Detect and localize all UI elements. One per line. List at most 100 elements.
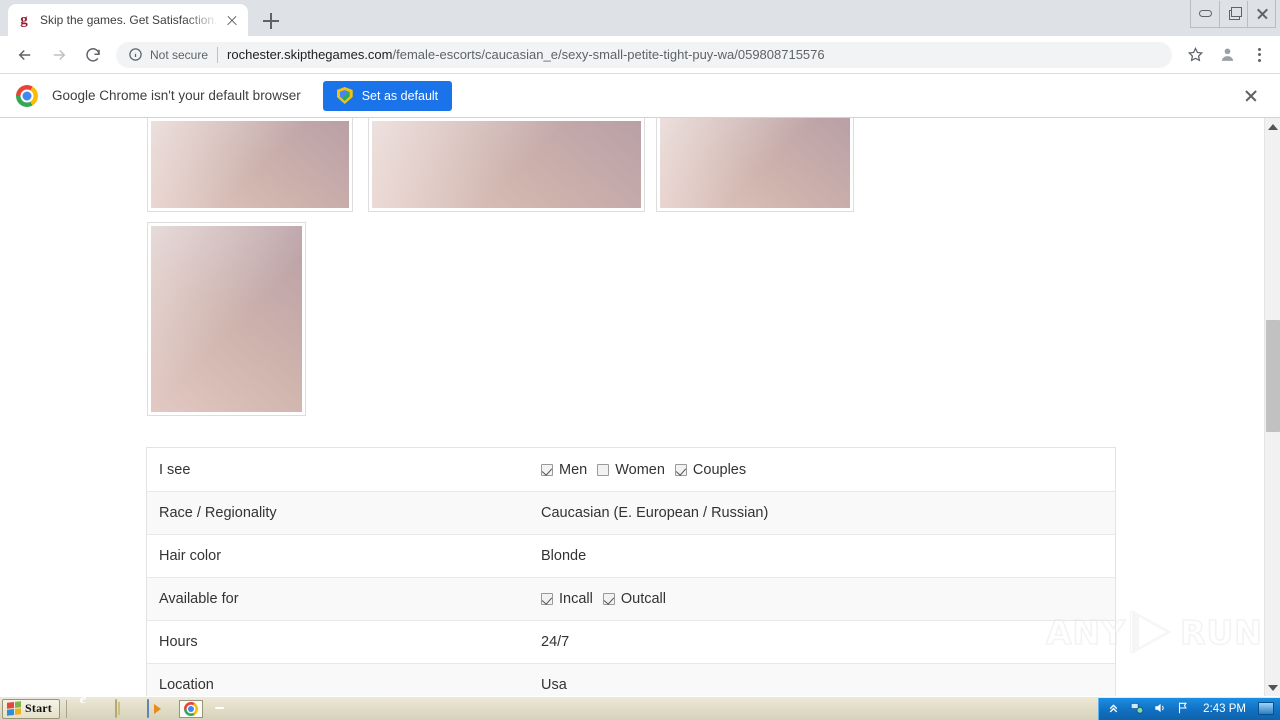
- system-tray: 2:43 PM: [1098, 697, 1280, 720]
- row-value: Blonde: [541, 548, 587, 564]
- not-secure-info-icon[interactable]: [128, 47, 144, 63]
- media-player-icon[interactable]: [147, 698, 165, 718]
- thumbnail-image: [151, 226, 302, 412]
- table-row: Hours 24/7: [147, 620, 1115, 663]
- checkbox-checked-icon[interactable]: [541, 463, 553, 476]
- row-label: Available for: [159, 591, 239, 607]
- maximize-restore-button[interactable]: [1219, 0, 1247, 27]
- address-bar[interactable]: Not secure rochester.skipthegames.com/fe…: [116, 41, 1172, 68]
- show-hidden-icons-icon[interactable]: [1107, 701, 1122, 716]
- row-value: Men Women Couples: [541, 462, 756, 478]
- checkbox-label: Couples: [692, 461, 747, 478]
- row-label: Hair color: [159, 548, 222, 564]
- tab-title: Skip the games. Get Satisfaction. Me: [40, 13, 220, 27]
- security-status-label: Not secure: [150, 47, 209, 62]
- reload-icon[interactable]: [76, 38, 110, 72]
- network-icon[interactable]: [1130, 701, 1145, 716]
- gallery-thumbnail[interactable]: [368, 118, 645, 212]
- set-as-default-button[interactable]: Set as default: [322, 80, 453, 111]
- table-row: Available for Incall Outcall: [147, 577, 1115, 620]
- tab-close-icon[interactable]: [224, 12, 240, 28]
- internet-explorer-icon[interactable]: [83, 700, 101, 718]
- quick-launch-bar: [83, 698, 229, 718]
- browser-toolbar: Not secure rochester.skipthegames.com/fe…: [0, 36, 1280, 74]
- gallery-thumbnail[interactable]: [147, 118, 353, 212]
- checkbox-checked-icon[interactable]: [602, 593, 615, 605]
- start-button-label: Start: [25, 701, 52, 715]
- row-label: Hours: [159, 634, 198, 650]
- close-window-button[interactable]: [1247, 0, 1275, 27]
- checkbox-item[interactable]: Couples: [674, 461, 747, 478]
- row-label: I see: [159, 461, 191, 478]
- checkbox-item[interactable]: Men: [541, 462, 587, 478]
- omnibox-divider: [217, 46, 219, 63]
- infobar-close-icon[interactable]: [1240, 85, 1262, 107]
- start-button[interactable]: Start: [2, 698, 60, 719]
- restore-icon-front: [1231, 6, 1242, 17]
- stop-icon[interactable]: [211, 700, 229, 718]
- windows-taskbar: Start 2:43 PM: [0, 696, 1280, 720]
- chrome-logo-icon: [16, 84, 38, 107]
- checkbox-group: Incall Outcall: [541, 591, 676, 607]
- bookmark-star-icon[interactable]: [1180, 40, 1210, 70]
- infobar-message: Google Chrome isn't your default browser: [52, 88, 301, 103]
- page-content: I see Men Women Couples Race / Regionality Ca…: [0, 118, 1264, 696]
- tab-strip: g Skip the games. Get Satisfaction. Me: [0, 0, 1280, 36]
- url-path: /female-escorts/caucasian_e/sexy-small-p…: [392, 47, 825, 62]
- folder-icon[interactable]: [115, 698, 133, 718]
- table-row: Race / Regionality Caucasian (E. European…: [147, 491, 1115, 534]
- toolbar-actions: [1180, 40, 1274, 70]
- tab-favicon-icon: g: [20, 11, 28, 28]
- thumbnail-image: [151, 121, 349, 208]
- scroll-down-icon[interactable]: [1265, 679, 1280, 696]
- thumbnail-image: [660, 118, 850, 208]
- browser-tab[interactable]: g Skip the games. Get Satisfaction. Me: [8, 4, 248, 36]
- minimize-button[interactable]: [1191, 1, 1219, 27]
- checkbox-item[interactable]: Outcall: [602, 591, 666, 607]
- show-desktop-icon[interactable]: [1258, 702, 1274, 715]
- checkbox-group: Men Women Couples: [541, 462, 756, 478]
- table-row: Location Usa: [147, 663, 1115, 696]
- profile-details-table: I see Men Women Couples Race / Regionality Ca…: [146, 447, 1116, 696]
- checkbox-label: Men: [559, 461, 588, 478]
- table-row: I see Men Women Couples: [147, 448, 1115, 491]
- scroll-up-icon[interactable]: [1265, 118, 1280, 135]
- checkbox-checked-icon[interactable]: [541, 593, 553, 605]
- back-arrow-icon[interactable]: [8, 38, 42, 72]
- checkbox-checked-icon[interactable]: [674, 463, 687, 476]
- flag-icon[interactable]: [1176, 701, 1191, 716]
- default-browser-infobar: Google Chrome isn't your default browser…: [0, 74, 1280, 118]
- forward-arrow-icon: [42, 38, 76, 72]
- gallery-thumbnail[interactable]: [656, 118, 854, 212]
- windows-flag-icon: [7, 701, 21, 716]
- scrollbar-thumb[interactable]: [1266, 320, 1280, 432]
- checkbox-unchecked-icon[interactable]: [597, 463, 610, 476]
- row-label: Race / Regionality: [159, 505, 277, 521]
- table-row: Hair color Blonde: [147, 534, 1115, 577]
- page-viewport: I see Men Women Couples Race / Regionality Ca…: [0, 118, 1280, 696]
- row-label: Location: [159, 677, 214, 693]
- url-domain: rochester.skipthegames.com: [227, 47, 393, 62]
- chrome-menu-button[interactable]: [1244, 40, 1274, 70]
- checkbox-item[interactable]: Incall: [541, 591, 593, 607]
- chrome-icon[interactable]: [179, 699, 203, 718]
- window-controls: [1190, 0, 1276, 28]
- profile-avatar-icon[interactable]: [1212, 40, 1242, 70]
- page-scrollbar[interactable]: [1264, 118, 1280, 696]
- new-tab-button[interactable]: [258, 8, 284, 34]
- volume-icon[interactable]: [1153, 701, 1168, 716]
- watermark-text-right: RUN: [1179, 612, 1263, 653]
- gallery-thumbnail[interactable]: [147, 222, 306, 416]
- row-value: Caucasian (E. European / Russian): [541, 505, 769, 521]
- checkbox-label: Women: [615, 461, 665, 478]
- checkbox-item[interactable]: Women: [597, 462, 665, 478]
- browser-window: g Skip the games. Get Satisfaction. Me N…: [0, 0, 1280, 720]
- three-dot-menu-icon: [1257, 47, 1261, 62]
- play-triangle-icon: [1130, 610, 1176, 654]
- set-as-default-label: Set as default: [361, 88, 439, 103]
- row-value: Incall Outcall: [541, 591, 676, 607]
- clock-time[interactable]: 2:43 PM: [1203, 703, 1246, 715]
- taskbar-divider: [66, 699, 67, 718]
- row-value: Usa: [541, 677, 567, 693]
- thumbnail-image: [372, 121, 641, 208]
